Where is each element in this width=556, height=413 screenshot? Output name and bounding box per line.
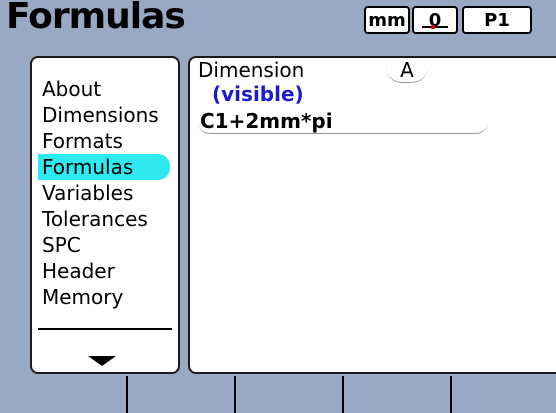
menu-item-spc[interactable]: SPC [38, 232, 85, 258]
menu-item-about[interactable]: About [38, 76, 105, 102]
formula-field[interactable]: C1+2mm*pi [198, 108, 488, 134]
softkey-1[interactable] [0, 376, 126, 413]
preset-button[interactable]: P1 [462, 6, 532, 34]
softkey-2[interactable] [126, 376, 234, 413]
header-bar: Formulas mm 0 P1 [0, 0, 556, 44]
menu-item-formulas[interactable]: Formulas [38, 154, 170, 180]
page-title: Formulas [6, 0, 186, 37]
visibility-toggle[interactable]: (visible) [212, 82, 304, 106]
unit-toggle-button[interactable]: mm [364, 6, 410, 34]
softkey-4[interactable] [342, 376, 450, 413]
zero-mode-button[interactable]: 0 [412, 6, 458, 34]
menu-item-header[interactable]: Header [38, 258, 119, 284]
zero-marker-icon [431, 25, 435, 29]
softkey-bar [0, 376, 556, 413]
dimension-label: Dimension [198, 58, 305, 82]
softkey-5[interactable] [450, 376, 556, 413]
menu-divider [38, 328, 172, 330]
softkey-3[interactable] [234, 376, 342, 413]
formula-panel: Dimension A (visible) C1+2mm*pi [188, 56, 556, 374]
menu-item-dimensions[interactable]: Dimensions [38, 102, 163, 128]
down-arrow-icon[interactable] [88, 356, 116, 366]
menu-item-formats[interactable]: Formats [38, 128, 127, 154]
dimension-selector[interactable]: A [386, 58, 428, 83]
menu-item-tolerances[interactable]: Tolerances [38, 206, 152, 232]
setup-menu: About Dimensions Formats Formulas Variab… [30, 56, 180, 374]
menu-item-variables[interactable]: Variables [38, 180, 137, 206]
menu-item-memory[interactable]: Memory [38, 284, 127, 310]
zero-underline-icon [422, 26, 448, 28]
